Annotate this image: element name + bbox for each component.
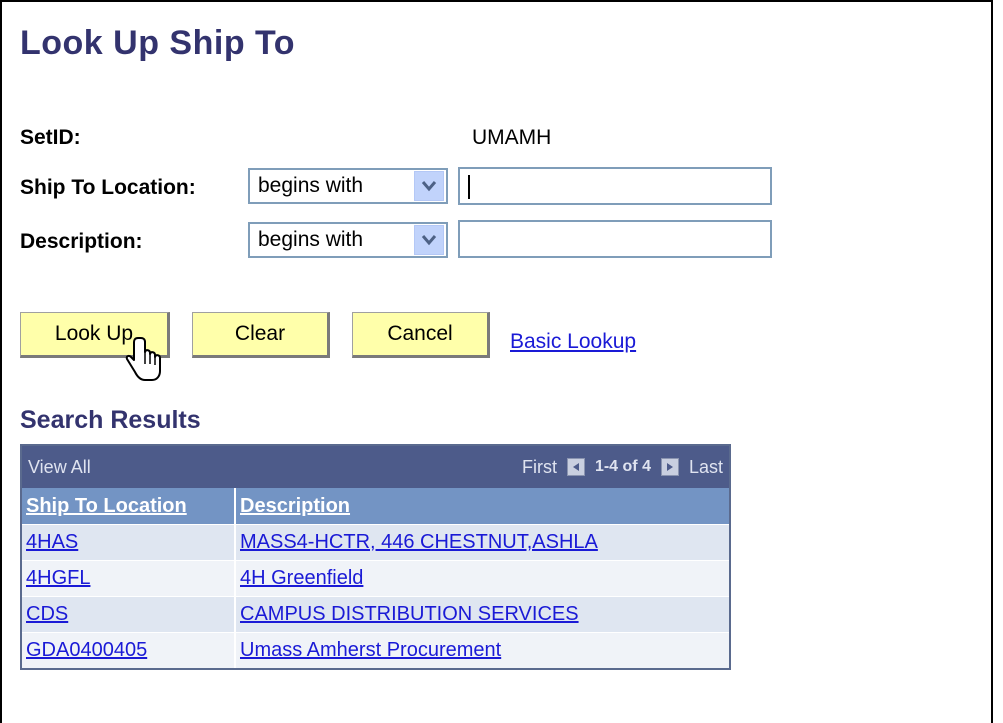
clear-button[interactable]: Clear bbox=[192, 312, 330, 358]
setid-value: UMAMH bbox=[472, 126, 552, 149]
next-page-icon[interactable] bbox=[660, 458, 679, 476]
ship-to-operator-value: begins with bbox=[258, 174, 364, 197]
description-operator-select[interactable]: begins with bbox=[248, 222, 448, 258]
last-page-link[interactable]: Last bbox=[689, 457, 723, 478]
column-header-description[interactable]: Description bbox=[236, 488, 729, 524]
table-row: 4HAS MASS4-HCTR, 446 CHESTNUT,ASHLA bbox=[22, 524, 729, 560]
cancel-button[interactable]: Cancel bbox=[352, 312, 490, 358]
description-cell[interactable]: 4H Greenfield bbox=[236, 561, 729, 596]
column-header-ship-to-location[interactable]: Ship To Location bbox=[22, 488, 236, 524]
grid-navigation-bar: View All First 1-4 of 4 Last bbox=[22, 446, 729, 488]
grid-header-row: Ship To Location Description bbox=[22, 488, 729, 524]
ship-to-location-input[interactable] bbox=[458, 167, 772, 205]
description-cell[interactable]: MASS4-HCTR, 446 CHESTNUT,ASHLA bbox=[236, 525, 729, 560]
page-title: Look Up Ship To bbox=[20, 24, 296, 62]
search-results-title: Search Results bbox=[20, 406, 201, 434]
ship-to-location-label: Ship To Location: bbox=[20, 176, 196, 199]
ship-to-operator-select[interactable]: begins with bbox=[248, 168, 448, 204]
results-grid: View All First 1-4 of 4 Last Ship To Loc… bbox=[20, 444, 731, 670]
description-label: Description: bbox=[20, 230, 143, 253]
look-up-button[interactable]: Look Up bbox=[20, 312, 170, 358]
prev-page-icon[interactable] bbox=[566, 458, 585, 476]
location-cell[interactable]: GDA0400405 bbox=[22, 633, 236, 668]
description-input[interactable] bbox=[458, 220, 772, 258]
view-all-link[interactable]: View All bbox=[28, 457, 522, 478]
window-edge bbox=[991, 0, 1003, 723]
description-cell[interactable]: Umass Amherst Procurement bbox=[236, 633, 729, 668]
basic-lookup-link[interactable]: Basic Lookup bbox=[510, 330, 636, 354]
location-cell[interactable]: 4HAS bbox=[22, 525, 236, 560]
setid-label: SetID: bbox=[20, 126, 81, 149]
table-row: CDS CAMPUS DISTRIBUTION SERVICES bbox=[22, 596, 729, 632]
table-row: GDA0400405 Umass Amherst Procurement bbox=[22, 632, 729, 668]
location-cell[interactable]: CDS bbox=[22, 597, 236, 632]
description-operator-value: begins with bbox=[258, 228, 364, 251]
text-caret bbox=[468, 175, 470, 199]
chevron-down-icon[interactable] bbox=[414, 225, 444, 255]
table-row: 4HGFL 4H Greenfield bbox=[22, 560, 729, 596]
row-range-text: 1-4 of 4 bbox=[594, 458, 651, 475]
description-cell[interactable]: CAMPUS DISTRIBUTION SERVICES bbox=[236, 597, 729, 632]
first-page-link[interactable]: First bbox=[522, 457, 557, 478]
chevron-down-icon[interactable] bbox=[414, 171, 444, 201]
location-cell[interactable]: 4HGFL bbox=[22, 561, 236, 596]
